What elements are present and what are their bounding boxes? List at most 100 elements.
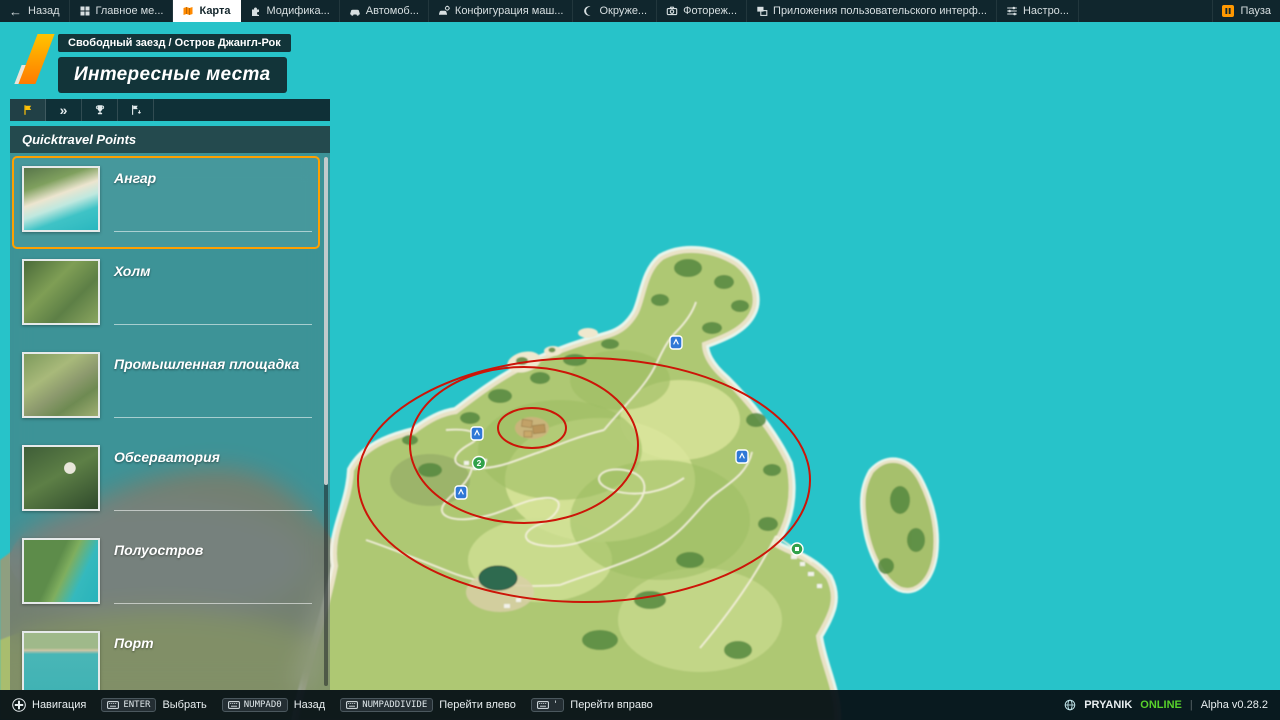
item-label: Порт [114,635,154,651]
item-label: Обсерватория [114,449,220,465]
list-item-hill[interactable]: Холм [12,249,320,342]
tab-label: Главное ме... [95,5,164,17]
car-gear-icon [438,5,450,15]
back-arrow-icon: ← [9,3,22,19]
hint-select: ENTER Выбрать [101,698,207,712]
list-scrollbar[interactable] [324,157,328,686]
list-item-hangar[interactable]: Ангар [12,156,320,249]
list-item-observatory[interactable]: Обсерватория [12,435,320,528]
moon-icon [584,6,591,16]
subtab-spawn-points[interactable] [118,99,154,121]
back-label: Назад [28,5,60,17]
pause-button[interactable]: Пауза [1212,0,1280,22]
flag-arrow-icon [131,105,141,115]
list-item-industrial[interactable]: Промышленная площадка [12,342,320,435]
windows-icon [757,6,768,16]
top-menu-bar: ← Назад Главное ме... Карта Модифика... … [0,0,1280,22]
page-header: Свободный заезд / Остров Джангл-Рок Инте… [14,34,291,93]
pause-label: Пауза [1240,5,1271,17]
item-label: Холм [114,263,151,279]
tab-label: Модифика... [266,5,330,17]
thumbnail-hill [22,259,100,325]
chevrons-icon: » [59,102,68,118]
tab-map[interactable]: Карта [173,0,241,22]
dpad-icon [12,698,26,712]
list-item-port[interactable]: Порт [12,621,320,690]
globe-icon [1064,699,1076,711]
grid-icon [80,6,90,16]
tab-environment[interactable]: Окруже... [573,0,658,22]
map-marker-shield [470,426,484,441]
keyboard-icon [107,701,120,709]
map-marker-shield [669,335,683,350]
hint-left: NUMPADDIVIDE Перейти влево [340,698,516,712]
hint-label: Навигация [32,699,87,711]
hint-label: Выбрать [162,699,207,711]
hint-label: Перейти вправо [570,699,653,711]
map-icon [183,7,193,15]
subtab-missions[interactable]: » [46,99,82,121]
thumbnail-peninsula [22,538,100,604]
tab-main-menu[interactable]: Главное ме... [70,0,174,22]
thumbnail-port [22,631,100,690]
bottom-hint-bar: Навигация ENTER Выбрать NUMPAD0 Назад NU… [0,690,1280,720]
key-label: ' [552,700,559,710]
poi-subtabs: » [10,99,330,121]
key-label: NUMPAD0 [243,700,282,710]
map-screen: 2 ← Назад Главное ме... Карта Модифика..… [0,0,1280,720]
item-divider [114,510,312,511]
key-label: ENTER [123,700,151,710]
item-label: Промышленная площадка [114,356,300,372]
tab-ui-apps[interactable]: Приложения пользовательского интерф... [747,0,997,22]
footer-status: PRYANIK ONLINE | Alpha v0.28.2 [1064,699,1268,711]
flag-icon [23,105,31,115]
list-item-peninsula[interactable]: Полуостров [12,528,320,621]
separator: | [1189,699,1193,711]
breadcrumb: Свободный заезд / Остров Джангл-Рок [58,34,291,52]
version-label: Alpha v0.28.2 [1200,699,1268,711]
item-divider [114,603,312,604]
keyboard-icon [346,701,359,709]
key-badge: NUMPAD0 [221,698,288,712]
trophy-icon [95,105,104,115]
subtab-challenges[interactable] [82,99,118,121]
tab-label: Приложения пользовательского интерф... [773,5,987,17]
map-marker-shield [735,449,749,464]
poi-panel: » Quicktravel Points Ангар Холм Промышле… [10,99,330,690]
hint-navigation: Навигация [12,698,86,712]
item-divider [114,417,312,418]
beamng-logo [14,34,55,84]
player-name: PRYANIK [1084,699,1133,711]
sliders-icon [1007,6,1017,16]
tab-label: Настро... [1022,5,1069,17]
key-badge: ENTER [101,698,157,712]
scrollbar-thumb[interactable] [324,157,328,485]
key-label: NUMPADDIVIDE [362,700,428,710]
item-label: Ангар [114,170,157,186]
quicktravel-list: Ангар Холм Промышленная площадка Обсерва… [10,153,330,690]
map-marker-badge-2: 2 [471,455,487,471]
key-badge: ' [530,698,565,712]
thumbnail-hangar [22,166,100,232]
camera-icon [666,6,678,16]
svg-text:2: 2 [477,458,482,468]
thumbnail-industrial [22,352,100,418]
keyboard-icon [536,701,549,709]
subtab-quicktravel[interactable] [10,99,46,121]
back-button[interactable]: ← Назад [0,0,70,22]
key-badge: NUMPADDIVIDE [340,698,434,712]
car-icon [349,9,360,16]
tab-label: Окруже... [599,5,648,17]
tab-label: Карта [199,5,231,17]
online-status: ONLINE [1140,699,1182,711]
tab-mods[interactable]: Модифика... [241,0,340,22]
keyboard-icon [227,701,240,709]
page-title: Интересные места [58,57,287,93]
tab-settings[interactable]: Настро... [997,0,1079,22]
tab-vehicles[interactable]: Автомоб... [340,0,429,22]
hint-right: ' Перейти вправо [530,698,653,712]
tab-vehicle-config[interactable]: Конфигурация маш... [429,0,574,22]
tab-photo-mode[interactable]: Фотореж... [657,0,748,22]
tab-label: Автомоб... [365,5,419,17]
item-label: Полуостров [114,542,204,558]
